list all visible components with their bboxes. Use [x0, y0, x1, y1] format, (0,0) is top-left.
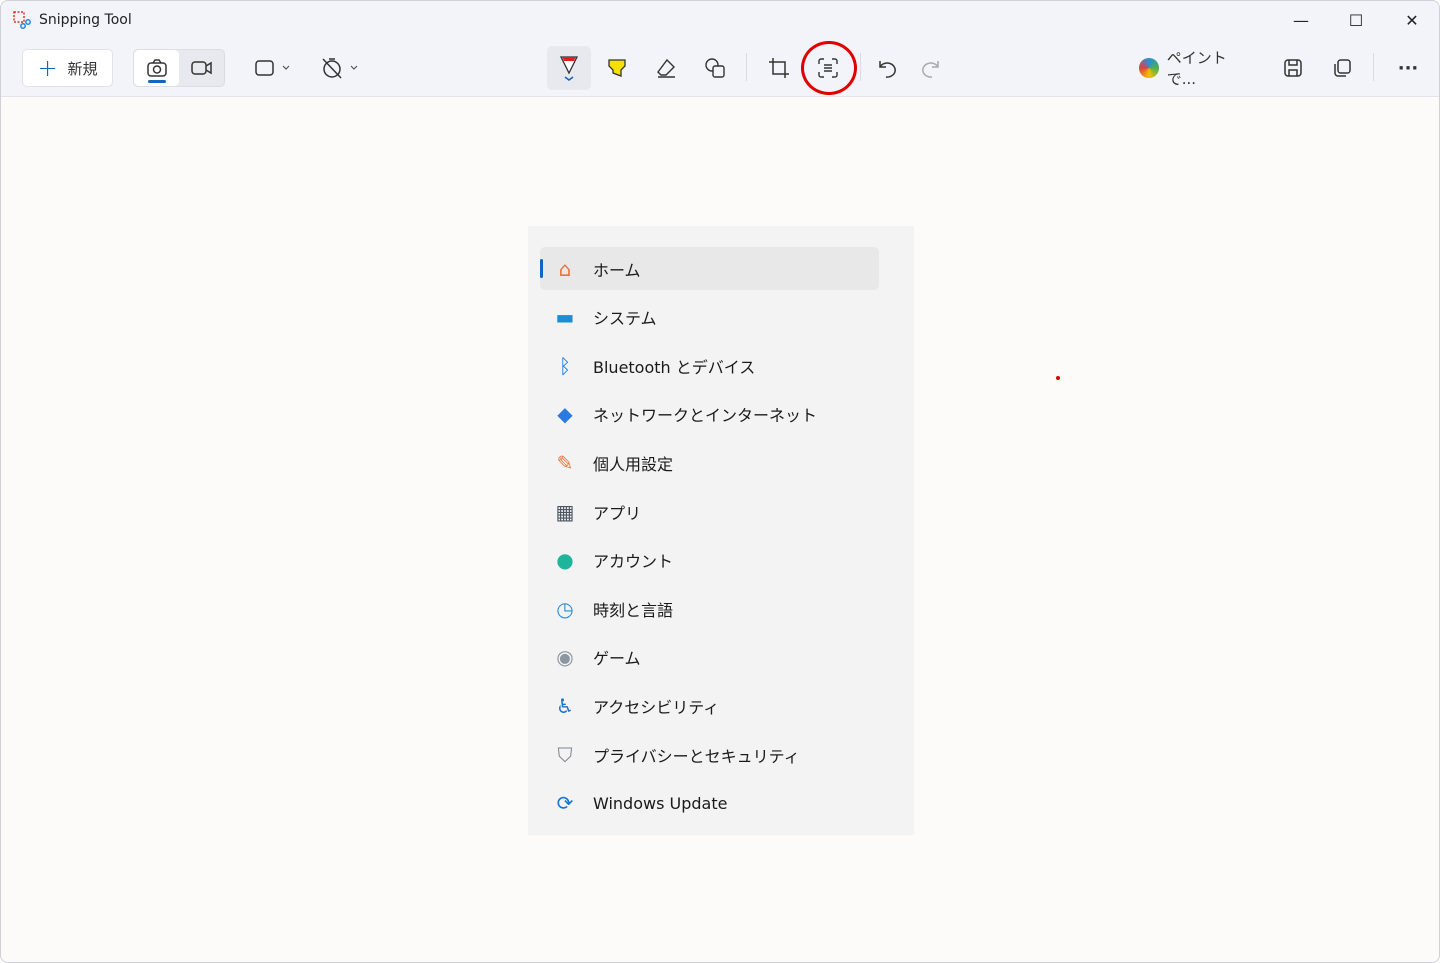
menu-item-label: プライバシーとセキュリティ — [593, 746, 800, 766]
menu-item-label: 時刻と言語 — [593, 600, 674, 620]
crop-button[interactable] — [759, 49, 799, 87]
menu-item-icon: ● — [556, 548, 574, 573]
new-label: 新規 — [67, 59, 98, 78]
undo-icon — [879, 61, 896, 78]
menu-item-label: アクセシビリティ — [593, 697, 720, 717]
eraser-icon — [657, 58, 675, 78]
toolbar-divider — [746, 53, 747, 81]
save-button[interactable] — [1273, 49, 1313, 87]
toolbar: + 新規 ペイントで... ··· — [1, 39, 1439, 97]
menu-item-icon: ⟳ — [556, 791, 574, 816]
toolbar-divider — [860, 53, 861, 81]
redo-button[interactable] — [911, 49, 951, 87]
menu-item-icon: ◷ — [556, 596, 574, 621]
snip-shape-dropdown[interactable] — [251, 49, 295, 87]
close-button[interactable]: ✕ — [1384, 1, 1439, 39]
eraser-button[interactable] — [646, 49, 686, 87]
settings-menu-item: ♿ アクセシビリティ — [540, 684, 879, 727]
copy-icon — [1334, 59, 1351, 77]
crop-icon — [769, 58, 789, 78]
menu-item-icon: ◉ — [556, 645, 574, 670]
menu-item-label: ホーム — [593, 260, 641, 280]
settings-menu-item: ▦ アプリ — [540, 490, 879, 533]
menu-item-label: アプリ — [593, 503, 642, 523]
settings-menu-item: ● アカウント — [540, 539, 879, 582]
open-in-paint-button[interactable]: ペイントで... — [1139, 49, 1255, 88]
highlighter-button[interactable] — [597, 49, 637, 87]
paint-palette-icon — [1139, 58, 1159, 78]
undo-button[interactable] — [867, 49, 907, 87]
menu-item-label: 個人用設定 — [593, 454, 674, 474]
minimize-button[interactable]: — — [1273, 1, 1329, 39]
settings-menu-item: ✎ 個人用設定 — [540, 441, 879, 484]
timer-dropdown[interactable] — [319, 49, 363, 87]
menu-item-icon: ᛒ — [559, 353, 571, 378]
timer-off-icon — [322, 58, 358, 79]
video-mode-button[interactable] — [179, 50, 224, 86]
menu-item-icon: ✎ — [556, 450, 574, 475]
menu-item-icon: ◆ — [557, 402, 573, 427]
menu-item-icon: ⌂ — [558, 256, 572, 281]
menu-item-label: ゲーム — [593, 649, 641, 669]
settings-menu-item: ◆ ネットワークとインターネット — [540, 393, 879, 436]
camera-icon — [146, 59, 167, 77]
menu-item-label: システム — [593, 309, 657, 329]
menu-item-icon: ▬ — [555, 305, 575, 330]
ballpoint-pen-icon — [559, 56, 579, 81]
menu-item-icon: ♿ — [556, 693, 574, 718]
save-icon — [1284, 59, 1302, 77]
highlighter-icon — [608, 59, 626, 77]
red-circle-annotation — [801, 41, 857, 95]
settings-menu-item: ᛒ Bluetooth とデバイス — [540, 344, 879, 387]
copy-button[interactable] — [1322, 49, 1362, 87]
paint-label: ペイントで... — [1166, 49, 1227, 88]
window-title: Snipping Tool — [39, 12, 132, 28]
settings-menu-item: ⌂ ホーム — [540, 247, 879, 290]
more-options-button[interactable]: ··· — [1388, 49, 1428, 87]
new-button[interactable]: + 新規 — [22, 49, 113, 87]
title-bar: Snipping Tool — [1, 1, 1439, 39]
pen-tool-button[interactable] — [547, 46, 591, 90]
settings-menu-item: ◷ 時刻と言語 — [540, 587, 879, 630]
settings-menu-item: ⟳ Windows Update — [540, 782, 879, 825]
menu-item-icon: ⛉ — [557, 742, 573, 767]
snipping-tool-window: Snipping Tool — ☐ ✕ + 新規 ペイントで... ··· ⌂ ホー… — [0, 0, 1440, 963]
rectangle-snip-icon — [255, 60, 290, 76]
screenshot-mode-button[interactable] — [134, 50, 179, 86]
settings-menu-item: ◉ ゲーム — [540, 636, 879, 679]
menu-item-icon: ▦ — [555, 499, 575, 524]
maximize-button[interactable]: ☐ — [1328, 1, 1384, 39]
capture-mode-toggle — [133, 49, 225, 87]
settings-menu-item: ⛉ プライバシーとセキュリティ — [540, 733, 879, 776]
shapes-icon — [705, 58, 725, 78]
captured-settings-menu: ⌂ ホーム ▬ システム ᛒ Bluetooth とデバイス ◆ ネットワークとインターネット… — [528, 226, 914, 835]
menu-item-label: アカウント — [593, 552, 674, 572]
redo-icon — [922, 61, 939, 78]
toolbar-divider — [1373, 53, 1374, 81]
menu-item-label: Windows Update — [593, 793, 728, 813]
video-icon — [190, 61, 212, 75]
settings-menu-item: ▬ システム — [540, 296, 879, 339]
red-dot-annotation — [1056, 376, 1060, 380]
plus-icon: + — [37, 54, 58, 82]
menu-item-label: ネットワークとインターネット — [593, 406, 818, 426]
shapes-button[interactable] — [695, 49, 735, 87]
app-logo-icon — [13, 11, 31, 29]
menu-item-label: Bluetooth とデバイス — [593, 357, 756, 377]
